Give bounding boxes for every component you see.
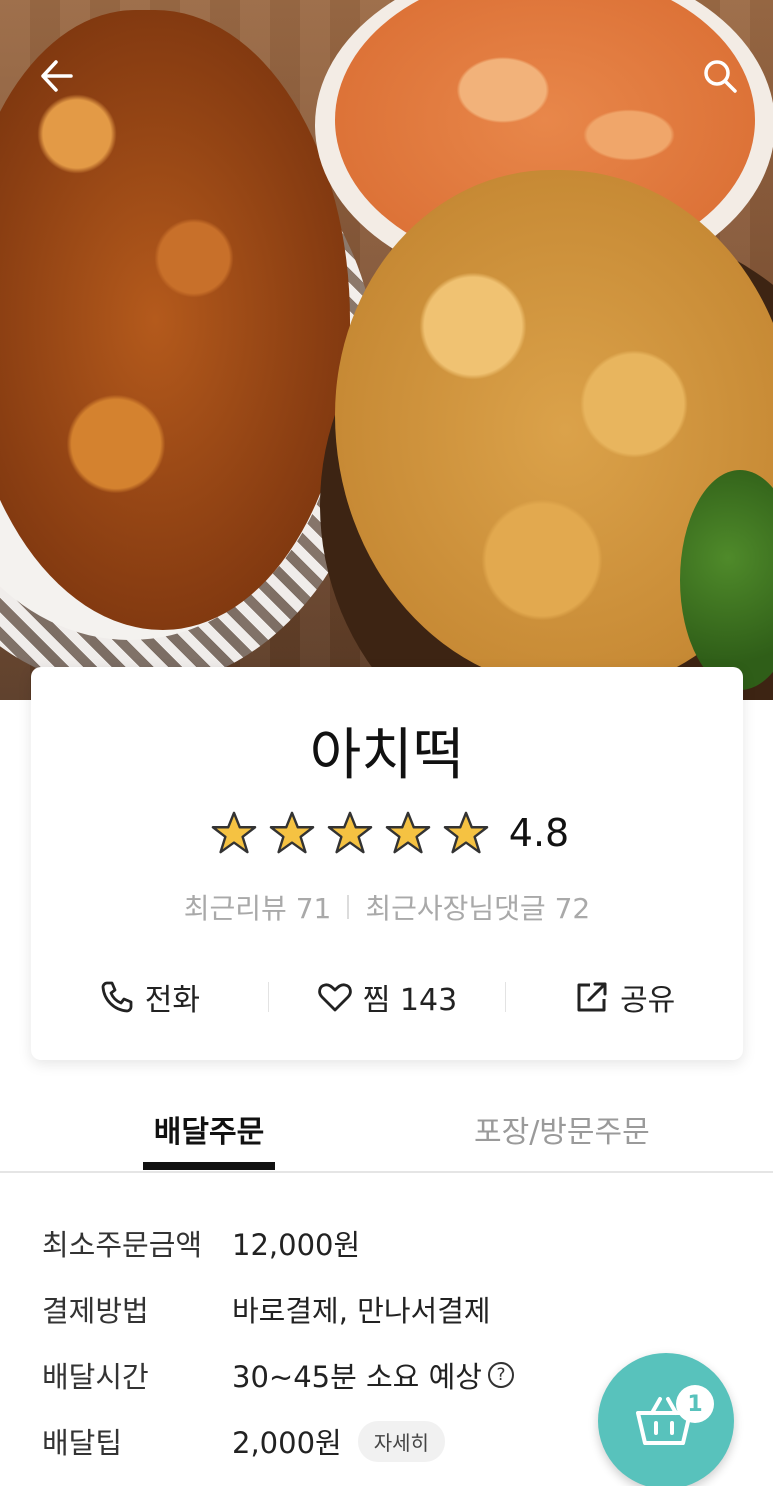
delivery-time-value: 30~45분 소요 예상 [232, 1360, 482, 1394]
store-hero-image [0, 0, 773, 700]
star-icon [327, 811, 373, 854]
payment-value: 바로결제, 만나서결제 [232, 1294, 491, 1328]
call-label: 전화 [144, 983, 200, 1018]
share-icon [577, 982, 607, 1012]
info-row-min-order: 최소주문금액 12,000원 [42, 1210, 742, 1276]
tab-delivery[interactable]: 배달주문 [143, 1107, 275, 1151]
favorite-button[interactable]: 찜 143 [269, 975, 506, 1019]
delivery-tip-value-group: 2,000원 자세히 [232, 1420, 445, 1462]
rating-row[interactable]: 4.8 [31, 809, 743, 857]
review-divider [347, 895, 350, 919]
back-arrow-icon [41, 60, 73, 92]
payment-label: 결제방법 [42, 1294, 149, 1328]
share-button[interactable]: 공유 [506, 975, 743, 1019]
tab-pickup[interactable]: 포장/방문주문 [474, 1107, 650, 1151]
rating-value: 4.8 [508, 811, 570, 855]
store-name: 아치떡 [309, 723, 465, 788]
star-icon [269, 811, 315, 854]
favorite-label: 찜 143 [362, 983, 458, 1018]
heart-icon [318, 983, 352, 1012]
star-icon [443, 811, 489, 854]
store-info-card: 아치떡 4.8 최근리뷰 71 최근사장님댓글 72 전화 찜 143 공유 [31, 667, 743, 1060]
min-order-label: 최소주문금액 [42, 1228, 203, 1262]
recent-reviews-link[interactable]: 최근리뷰 71 [184, 887, 332, 927]
call-button[interactable]: 전화 [31, 975, 268, 1019]
delivery-time-value-group: 30~45분 소요 예상 ? [232, 1354, 514, 1396]
info-row-payment: 결제방법 바로결제, 만나서결제 [42, 1276, 742, 1342]
tip-detail-button[interactable]: 자세히 [357, 1420, 445, 1462]
star-icon [211, 811, 257, 854]
share-label: 공유 [620, 983, 676, 1018]
cart-count-badge: 1 [676, 1385, 714, 1423]
active-tab-indicator [143, 1162, 275, 1170]
search-button[interactable] [696, 52, 744, 100]
review-counts: 최근리뷰 71 최근사장님댓글 72 [31, 887, 743, 927]
cart-button[interactable]: 1 [598, 1353, 734, 1486]
owner-replies-link[interactable]: 최근사장님댓글 72 [365, 887, 590, 927]
back-button[interactable] [32, 52, 80, 100]
phone-icon [101, 981, 133, 1013]
help-circle-icon[interactable]: ? [487, 1362, 514, 1388]
delivery-tip-value: 2,000원 [232, 1426, 342, 1460]
min-order-value: 12,000원 [232, 1228, 361, 1262]
delivery-time-label: 배달시간 [42, 1360, 149, 1394]
order-type-tabs: 배달주문 포장/방문주문 [0, 1095, 773, 1173]
star-icon [385, 811, 431, 854]
delivery-tip-label: 배달팁 [42, 1426, 123, 1460]
search-icon [704, 60, 737, 93]
store-actions: 전화 찜 143 공유 [31, 972, 743, 1022]
